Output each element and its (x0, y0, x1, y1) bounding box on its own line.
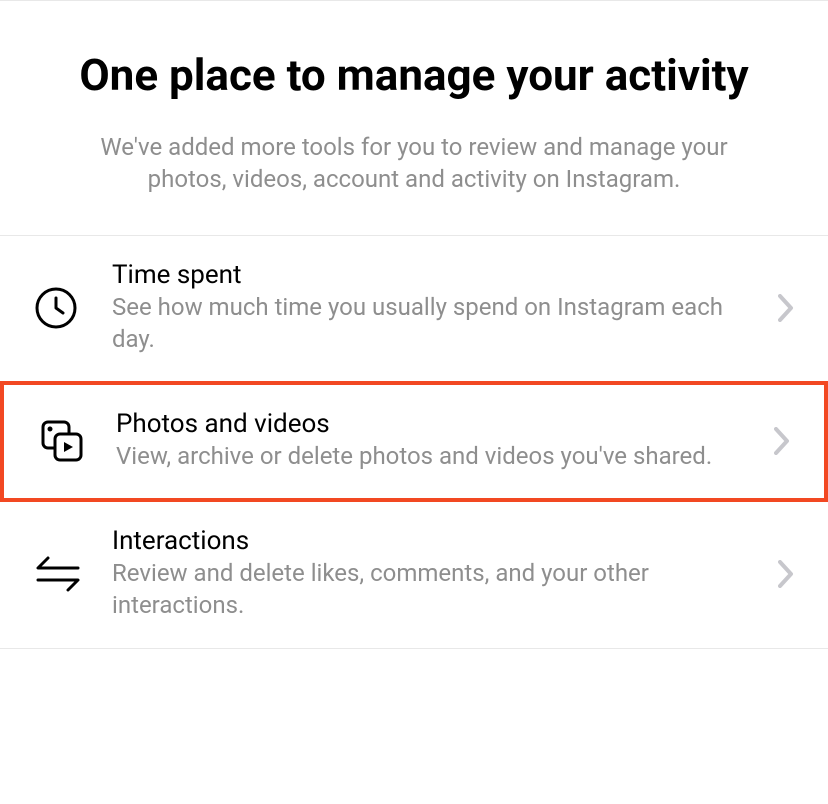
item-content: Photos and videos View, archive or delet… (96, 409, 774, 473)
chevron-right-icon (778, 560, 794, 588)
options-list: Time spent See how much time you usually… (0, 235, 828, 648)
page-subtitle: We've added more tools for you to review… (94, 131, 734, 196)
page-title: One place to manage your activity (60, 49, 768, 103)
item-content: Interactions Review and delete likes, co… (92, 526, 778, 621)
list-item-time-spent[interactable]: Time spent See how much time you usually… (0, 236, 828, 382)
item-desc: Review and delete likes, comments, and y… (112, 558, 758, 621)
list-item-interactions[interactable]: Interactions Review and delete likes, co… (0, 502, 828, 648)
item-desc: View, archive or delete photos and video… (116, 441, 754, 473)
item-title: Photos and videos (116, 409, 754, 439)
clock-icon (34, 286, 92, 330)
activity-management-screen: One place to manage your activity We've … (0, 0, 828, 649)
item-content: Time spent See how much time you usually… (92, 260, 778, 355)
item-title: Time spent (112, 260, 758, 290)
list-item-photos-videos[interactable]: Photos and videos View, archive or delet… (0, 381, 828, 503)
interactions-arrows-icon (34, 554, 92, 594)
chevron-right-icon (774, 427, 790, 455)
chevron-right-icon (778, 294, 794, 322)
photos-videos-icon (38, 417, 96, 465)
header-section: One place to manage your activity We've … (0, 0, 828, 235)
item-desc: See how much time you usually spend on I… (112, 292, 758, 355)
item-title: Interactions (112, 526, 758, 556)
